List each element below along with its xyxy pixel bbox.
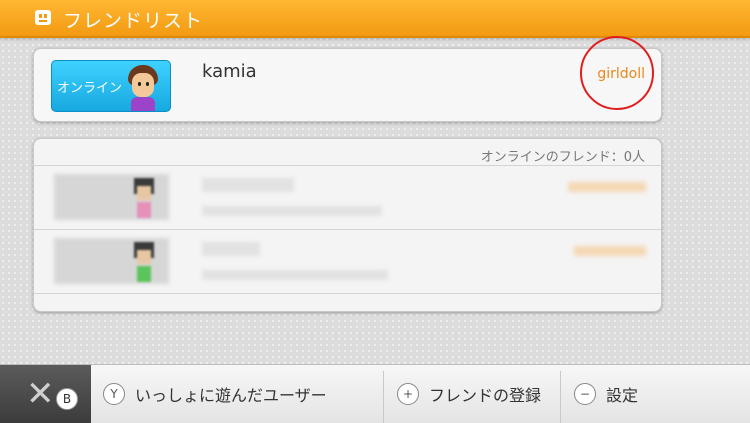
register-friend-button[interactable]: + フレンドの登録 <box>397 365 541 423</box>
minus-button-icon: − <box>574 383 596 405</box>
blurred-status <box>202 206 382 216</box>
blurred-mii-name <box>568 182 646 192</box>
blurred-mii-avatar <box>134 178 154 218</box>
online-status-badge: オンライン <box>51 60 171 112</box>
friend-list: オンラインのフレンド：0人 <box>33 138 662 312</box>
settings-button[interactable]: − 設定 <box>574 365 638 423</box>
settings-label: 設定 <box>606 386 639 405</box>
played-users-label: いっしょに遊んだユーザー <box>135 386 327 405</box>
user-card[interactable]: オンライン kamia girldoll <box>33 48 662 122</box>
list-divider <box>34 293 661 294</box>
blurred-name <box>202 242 260 256</box>
face-icon <box>35 10 51 25</box>
blurred-mii-avatar <box>134 242 154 282</box>
blurred-status <box>202 270 388 280</box>
blurred-mii-name <box>574 246 646 256</box>
toolbar-divider <box>560 371 561 423</box>
online-status-label: オンライン <box>57 81 123 96</box>
played-users-button[interactable]: Y いっしょに遊んだユーザー <box>103 365 327 423</box>
close-icon: ✕ <box>26 374 55 414</box>
highlight-circle <box>580 36 654 110</box>
friend-row[interactable] <box>34 166 661 229</box>
back-button[interactable]: ✕ B <box>0 365 91 423</box>
friend-row[interactable] <box>34 230 661 293</box>
y-button-icon: Y <box>103 383 125 405</box>
b-button-icon: B <box>56 388 78 410</box>
bottom-toolbar: ✕ B Y いっしょに遊んだユーザー + フレンドの登録 − 設定 <box>0 364 750 423</box>
online-friend-count: オンラインのフレンド：0人 <box>480 150 645 165</box>
toolbar-divider <box>383 371 384 423</box>
app-header: フレンドリスト <box>0 0 750 38</box>
page-title: フレンドリスト <box>63 10 204 32</box>
mii-avatar <box>125 65 161 111</box>
username: kamia <box>202 61 257 82</box>
register-friend-label: フレンドの登録 <box>429 386 542 405</box>
blurred-name <box>202 178 294 192</box>
plus-button-icon: + <box>397 383 419 405</box>
